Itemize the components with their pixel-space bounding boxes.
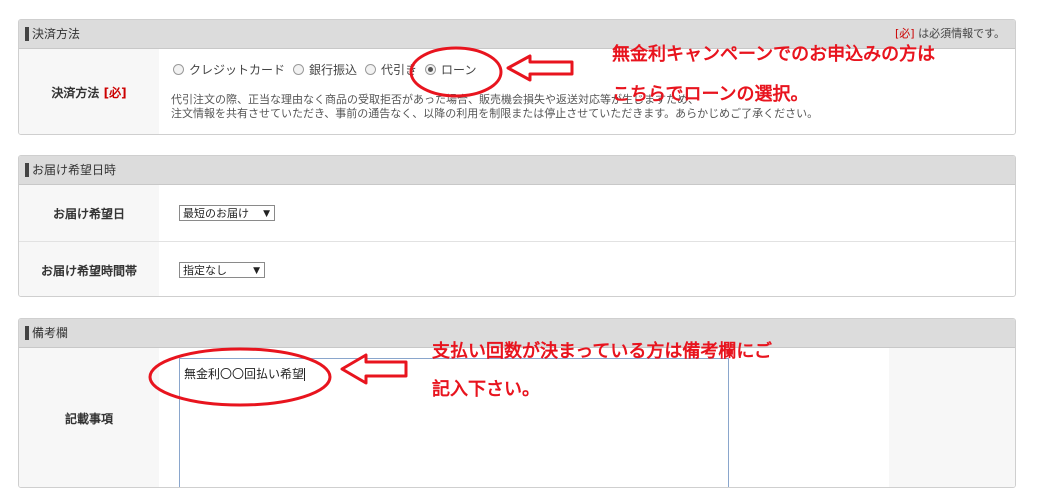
highlight-ellipse-remarks — [148, 347, 332, 407]
annotation-top-line-1: 無金利キャンペーンでのお申込みの方は — [612, 44, 936, 65]
arrow-left-icon-top — [506, 54, 574, 82]
annotation-top-line-2: こちらでローンの選択。 — [612, 84, 809, 105]
annotation-overlay — [148, 46, 574, 407]
arrow-left-icon-bottom — [340, 353, 408, 385]
highlight-ellipse-loan — [409, 46, 503, 98]
annotation-bottom-line-2: 記入下さい。 — [432, 379, 540, 400]
annotation-bottom-line-1: 支払い回数が決まっている方は備考欄にご — [432, 341, 773, 362]
